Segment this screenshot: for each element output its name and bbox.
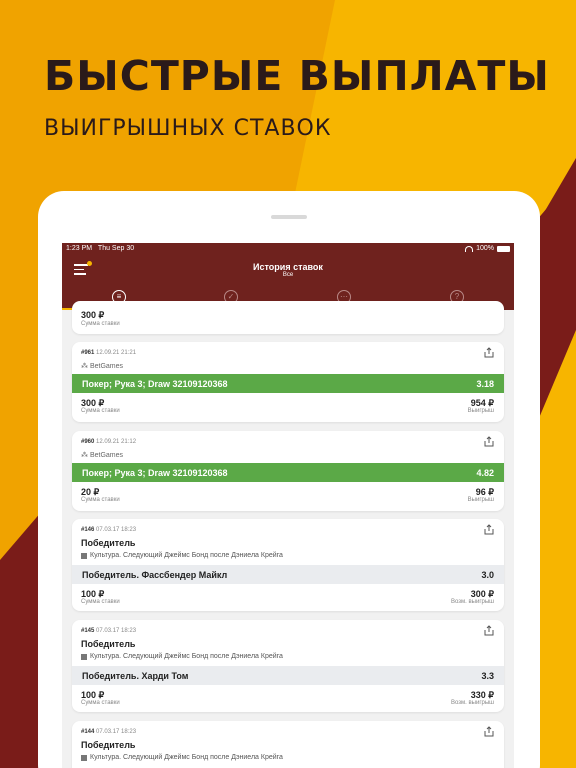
stake-amount: 300 ₽ <box>81 310 105 320</box>
bet-card[interactable]: #960 12.09.21 21:12 ⁂ BetGames Покер; Ру… <box>72 431 504 511</box>
selection-name: Покер; Рука 3; Draw 32109120368 <box>82 378 228 389</box>
payout-label: Выигрыш <box>467 497 494 503</box>
bet-number: #145 <box>81 628 95 634</box>
wifi-icon <box>465 245 474 252</box>
bet-number: #960 <box>81 439 95 445</box>
page-filter[interactable]: Все <box>62 272 514 278</box>
app-header: 1:23 PM Thu Sep 30 100% История ставок В… <box>62 243 514 310</box>
stake-label: Сумма ставки <box>81 700 120 706</box>
market-name: Победитель <box>81 538 136 548</box>
payout-label: Возм. выигрыш <box>451 599 494 605</box>
event-text: Культура. Следующий Джеймс Бонд после Дэ… <box>90 552 283 559</box>
battery-icon <box>497 245 510 252</box>
bet-datetime: 12.09.21 21:21 <box>96 350 137 356</box>
payout-label: Возм. выигрыш <box>451 700 494 706</box>
event-name: Культура. Следующий Джеймс Бонд после Дэ… <box>81 653 283 660</box>
status-time: 1:23 PM Thu Sep 30 <box>66 245 134 252</box>
bet-card[interactable]: #146 07.03.17 18:23 Победитель Культура.… <box>72 519 504 611</box>
odds: 3.3 <box>481 670 494 681</box>
bet-meta: #146 07.03.17 18:23 <box>81 527 136 533</box>
selection-name: Победитель. Харди Том <box>82 670 189 681</box>
stake-label: Сумма ставки <box>81 497 120 503</box>
selection-row: Покер; Рука 3; Draw 32109120368 3.18 <box>72 374 504 393</box>
bet-card[interactable]: #961 12.09.21 21:21 ⁂ BetGames Покер; Ру… <box>72 342 504 422</box>
provider-name: ⁂ BetGames <box>81 363 124 370</box>
share-icon[interactable] <box>484 726 494 737</box>
event-name: Культура. Следующий Джеймс Бонд после Дэ… <box>81 754 283 761</box>
selection-row: Победитель. Фассбендер Майкл 3.0 <box>72 565 504 584</box>
stake-label: Сумма ставки <box>81 599 120 605</box>
bet-datetime: 07.03.17 18:23 <box>96 527 137 533</box>
selection-name: Победитель. Фассбендер Майкл <box>82 569 228 580</box>
stake-label: Сумма ставки <box>81 321 120 327</box>
status-time-text: 1:23 PM <box>66 245 93 252</box>
status-indicators: 100% <box>465 245 510 252</box>
bet-meta: #144 07.03.17 18:23 <box>81 729 136 735</box>
event-text: Культура. Следующий Джеймс Бонд после Дэ… <box>90 653 283 660</box>
share-icon[interactable] <box>484 347 494 358</box>
bet-meta: #145 07.03.17 18:23 <box>81 628 136 634</box>
stake-label: Сумма ставки <box>81 408 120 414</box>
sport-icon <box>81 552 87 559</box>
provider-name: ⁂ BetGames <box>81 452 124 459</box>
bet-meta: #960 12.09.21 21:12 <box>81 439 136 445</box>
battery-text: 100% <box>476 245 494 252</box>
promo-headline: БЫСТРЫЕ ВЫПЛАТЫ <box>44 52 550 100</box>
page-title: История ставок <box>253 262 323 272</box>
selection-row: Победитель. Харди Том 3.3 <box>72 666 504 685</box>
bet-card[interactable]: 300 ₽ Сумма ставки <box>72 301 504 334</box>
status-date-text: Thu Sep 30 <box>97 245 135 252</box>
payout-label: Выигрыш <box>467 408 494 414</box>
app-screen: 1:23 PM Thu Sep 30 100% История ставок В… <box>62 243 514 768</box>
provider-text: BetGames <box>89 363 124 370</box>
promo-subline: ВЫИГРЫШНЫХ СТАВОК <box>44 116 332 141</box>
bet-number: #146 <box>81 527 95 533</box>
odds: 3.18 <box>476 378 494 389</box>
odds: 3.0 <box>481 569 494 580</box>
market-name: Победитель <box>81 740 136 750</box>
sport-icon <box>81 754 87 761</box>
bet-card[interactable]: #145 07.03.17 18:23 Победитель Культура.… <box>72 620 504 712</box>
bet-card[interactable]: #144 07.03.17 18:23 Победитель Культура.… <box>72 721 504 768</box>
odds: 4.82 <box>476 467 494 478</box>
tablet-camera <box>271 215 307 219</box>
share-icon[interactable] <box>484 436 494 447</box>
share-icon[interactable] <box>484 625 494 636</box>
selection-row: Покер; Рука 3; Draw 32109120368 4.82 <box>72 463 504 482</box>
bet-datetime: 12.09.21 21:12 <box>96 439 137 445</box>
market-name: Победитель <box>81 639 136 649</box>
bet-datetime: 07.03.17 18:23 <box>96 729 137 735</box>
bet-datetime: 07.03.17 18:23 <box>96 628 137 634</box>
bet-number: #961 <box>81 350 95 356</box>
share-icon[interactable] <box>484 524 494 535</box>
bet-number: #144 <box>81 729 95 735</box>
provider-text: BetGames <box>89 452 124 459</box>
event-text: Культура. Следующий Джеймс Бонд после Дэ… <box>90 754 283 761</box>
sport-icon <box>81 653 87 660</box>
bet-meta: #961 12.09.21 21:21 <box>81 350 136 356</box>
event-name: Культура. Следующий Джеймс Бонд после Дэ… <box>81 552 283 559</box>
selection-name: Покер; Рука 3; Draw 32109120368 <box>82 467 228 478</box>
